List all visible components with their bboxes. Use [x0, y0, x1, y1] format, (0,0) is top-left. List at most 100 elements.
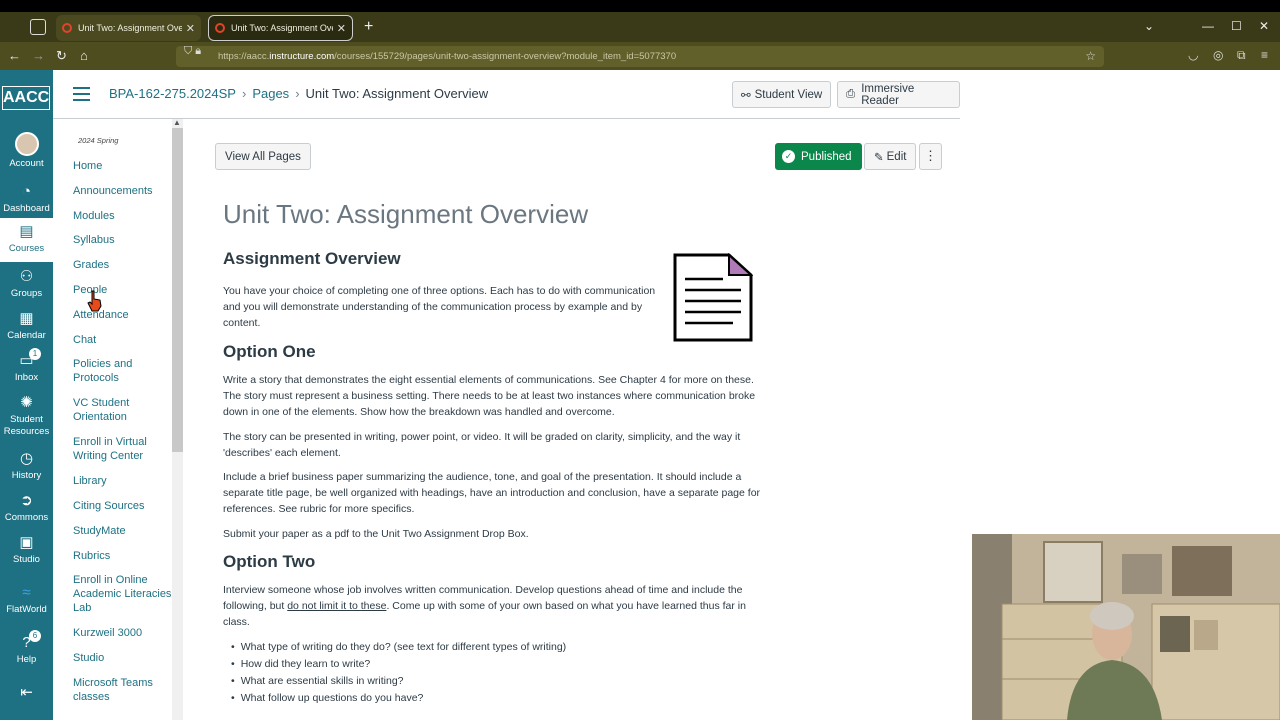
nav-inbox[interactable]: ▭ 1 Inbox — [0, 348, 53, 384]
student-view-button[interactable]: ⚯ Student View — [732, 81, 832, 108]
nav-account[interactable]: Account — [0, 132, 53, 170]
browser-tab-2[interactable]: Unit Two: Assignment Overview ✕ — [208, 15, 353, 41]
pocket-icon[interactable]: ◡ — [1188, 48, 1198, 62]
course-nav-scroll-thumb[interactable] — [172, 128, 183, 452]
home-icon[interactable]: ⌂ — [80, 48, 88, 63]
option-two-paragraph: Interview someone whose job involves wri… — [223, 582, 768, 630]
maximize-icon[interactable]: ☐ — [1231, 19, 1242, 33]
more-options-button[interactable]: ⋮ — [919, 143, 942, 170]
course-nav-modules[interactable]: Modules — [73, 209, 173, 223]
term-label: 2024 Spring — [78, 136, 119, 145]
collapse-nav-icon[interactable]: ⇤ — [0, 685, 53, 700]
address-bar[interactable]: https://aacc. instructure.com/courses/155… — [176, 46, 1104, 67]
course-nav-studymate[interactable]: StudyMate — [73, 524, 173, 538]
pencil-icon: ✎ — [874, 151, 884, 164]
course-nav-library[interactable]: Library — [73, 474, 173, 488]
course-nav-grades[interactable]: Grades — [73, 258, 173, 272]
course-nav-rubrics[interactable]: Rubrics — [73, 549, 173, 563]
browser-nav-bar: ← → ↻ ⌂ https://aacc. instructure.com/cou… — [0, 42, 1280, 70]
extensions-icon[interactable]: ⧉ — [1237, 48, 1246, 63]
resources-icon: ✺ — [20, 394, 33, 411]
view-all-pages-button[interactable]: View All Pages — [215, 143, 311, 170]
canvas-favicon-icon — [215, 23, 225, 33]
button-label: Student View — [754, 88, 823, 101]
course-nav-home[interactable]: Home — [73, 159, 173, 173]
course-header: BPA-162-275.2024SP › Pages › Unit Two: Assig… — [53, 70, 960, 119]
browser-tab-1[interactable]: Unit Two: Assignment Overview ✕ — [56, 15, 201, 41]
overview-paragraph: You have your choice of completing one o… — [223, 285, 656, 329]
nav-calendar[interactable]: ▦ Calendar — [0, 310, 53, 342]
bookmark-star-icon[interactable]: ☆ — [1085, 49, 1096, 63]
nav-label: Courses — [8, 243, 45, 254]
course-nav-vc-orientation[interactable]: VC Student Orientation — [73, 396, 173, 424]
course-navigation: 2024 Spring Home Announcements Modules S… — [53, 119, 183, 720]
canvas-favicon-icon — [62, 23, 72, 33]
aacc-logo[interactable]: AACC — [2, 86, 50, 110]
nav-help[interactable]: ? 6 Help — [0, 630, 53, 666]
published-button[interactable]: ✓ Published — [775, 143, 862, 170]
breadcrumb: BPA-162-275.2024SP › Pages › Unit Two: Assig… — [109, 86, 489, 101]
menu-icon[interactable]: ≡ — [1261, 48, 1268, 62]
breadcrumb-pages[interactable]: Pages — [252, 86, 289, 101]
course-nav-chat[interactable]: Chat — [73, 333, 173, 347]
url-host: instructure.com — [269, 51, 335, 62]
nav-studio[interactable]: ▣ Studio — [0, 534, 53, 566]
course-nav-kurzweil[interactable]: Kurzweil 3000 — [73, 626, 173, 640]
course-nav-syllabus[interactable]: Syllabus — [73, 233, 173, 247]
hamburger-menu-icon[interactable] — [73, 87, 90, 101]
nav-label: Studio — [13, 554, 40, 565]
course-nav-citing-sources[interactable]: Citing Sources — [73, 499, 173, 513]
nav-label: Groups — [10, 288, 43, 299]
tab-list-icon[interactable] — [30, 19, 46, 35]
avatar — [14, 132, 39, 156]
immersive-reader-button[interactable]: ⎙ Immersive Reader — [837, 81, 960, 108]
nav-groups[interactable]: ⚇ Groups — [0, 268, 53, 300]
course-nav-teams[interactable]: Microsoft Teams classes — [73, 676, 173, 704]
option-one-paragraph-2: The story can be presented in writing, p… — [223, 431, 741, 459]
nav-flatworld[interactable]: ≈ FlatWorld — [0, 584, 53, 616]
course-nav-writing-center[interactable]: Enroll in Virtual Writing Center — [73, 435, 173, 463]
close-tab-icon[interactable]: ✕ — [337, 22, 346, 35]
option-one-paragraph-1: Write a story that demonstrates the eigh… — [223, 374, 756, 418]
button-label: Immersive Reader — [861, 82, 915, 107]
forward-icon[interactable]: → — [32, 48, 45, 63]
course-nav-literacies-lab[interactable]: Enroll in Online Academic Literacies Lab — [73, 573, 173, 615]
heading-option-one: Option One — [223, 342, 316, 361]
page-title: Unit Two: Assignment Overview — [223, 199, 589, 229]
button-label: Published — [801, 150, 852, 163]
dashboard-icon: ◔ — [21, 183, 32, 200]
chevron-down-icon[interactable]: ⌄ — [1144, 19, 1154, 33]
new-tab-icon[interactable]: + — [364, 18, 373, 36]
nav-dashboard[interactable]: ◔ Dashboard — [0, 183, 53, 215]
nav-label: Account — [9, 158, 44, 169]
minimize-icon[interactable]: — — [1202, 19, 1214, 33]
tab-title: Unit Two: Assignment Overview — [231, 23, 333, 33]
course-nav-policies[interactable]: Policies and Protocols — [73, 357, 173, 385]
nav-courses[interactable]: ▤ Courses — [0, 218, 53, 262]
nav-label: Calendar — [7, 330, 46, 341]
shield-icon[interactable]: ⛉ 🔒︎ — [184, 45, 201, 58]
nav-commons[interactable]: ➲ Commons — [0, 492, 53, 524]
course-nav-studio[interactable]: Studio — [73, 651, 173, 665]
breadcrumb-course[interactable]: BPA-162-275.2024SP — [109, 86, 236, 101]
scroll-up-icon[interactable]: ▲ — [173, 118, 181, 127]
nav-student-resources[interactable]: ✺ Student Resources — [0, 394, 53, 438]
edit-button[interactable]: ✎ Edit — [864, 143, 917, 170]
top-bar — [0, 0, 1280, 12]
close-tab-icon[interactable]: ✕ — [186, 22, 195, 35]
webcam-overlay — [972, 534, 1280, 720]
course-nav-announcements[interactable]: Announcements — [73, 184, 173, 198]
account-icon[interactable]: ◎ — [1213, 48, 1223, 62]
nav-label: History — [11, 470, 42, 481]
nav-history[interactable]: ◷ History — [0, 450, 53, 482]
back-icon[interactable]: ← — [8, 48, 21, 63]
nav-label: Help — [16, 654, 37, 665]
breadcrumb-current: Unit Two: Assignment Overview — [305, 86, 489, 101]
close-window-icon[interactable]: ✕ — [1259, 19, 1269, 33]
reload-icon[interactable]: ↻ — [56, 48, 67, 64]
hand-cursor-icon — [87, 290, 102, 312]
browser-tab-bar: Unit Two: Assignment Overview ✕ Unit Two… — [0, 12, 1280, 42]
tab-title: Unit Two: Assignment Overview — [78, 23, 182, 33]
history-icon: ◷ — [19, 450, 34, 467]
nav-label: Student Resources — [3, 414, 50, 437]
